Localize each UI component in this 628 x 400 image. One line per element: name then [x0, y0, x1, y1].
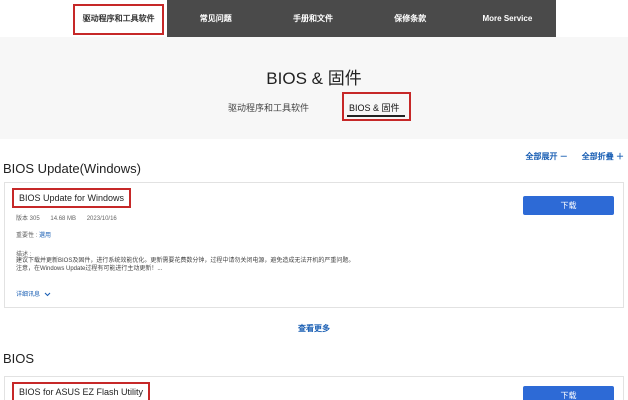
section-title-bios-update-windows: BIOS Update(Windows)	[3, 161, 141, 176]
chevron-down-icon	[44, 292, 51, 297]
description-text: 建议下载并更新BIOS及固件，进行系统效能优化。更新需要花费数分钟，过程中请勿关…	[16, 257, 576, 273]
collapse-all-link[interactable]: 全部折叠 ＋	[582, 151, 624, 162]
section-title-bios: BIOS	[3, 351, 35, 366]
tab-drivers-tools[interactable]: 驱动程序和工具软件	[70, 0, 168, 37]
subtab-active-indicator	[347, 115, 405, 117]
subtab-drivers-tools[interactable]: 驱动程序和工具软件	[228, 101, 309, 114]
download-card-ez-flash: BIOS for ASUS EZ Flash Utility 下载	[4, 376, 624, 400]
version-text: 版本 305	[16, 216, 40, 222]
download-button[interactable]: 下载	[523, 196, 614, 215]
download-card: BIOS Update for Windows 版本 305 14.68 MB …	[4, 182, 624, 308]
importance-row: 重要性 : 選用	[16, 230, 51, 239]
tab-manuals[interactable]: 手册和文件	[264, 0, 361, 37]
tab-faq[interactable]: 常见问题	[167, 0, 264, 37]
tab-more-service[interactable]: More Service	[459, 0, 556, 37]
tab-warranty[interactable]: 保修条款	[362, 0, 459, 37]
file-size: 14.68 MB	[50, 216, 77, 222]
download-button-ez-flash[interactable]: 下载	[523, 386, 614, 400]
card-title-ez-flash[interactable]: BIOS for ASUS EZ Flash Utility	[12, 382, 151, 400]
importance-label: 重要性 :	[16, 233, 40, 239]
details-link[interactable]: 详细讯息	[16, 289, 51, 298]
description-line-2: 注意，在Windows Update过程有可能进行主动更新！...	[16, 266, 163, 272]
importance-value: 選用	[39, 233, 52, 239]
sub-tabs: 驱动程序和工具软件 BIOS & 固件	[0, 95, 628, 125]
description-line-1: 建议下载并更新BIOS及固件，进行系统效能优化。更新需要花费数分钟，过程中请勿关…	[16, 258, 355, 264]
page-title: BIOS & 固件	[266, 69, 362, 88]
card-meta: 版本 305 14.68 MB 2023/10/16	[16, 213, 126, 222]
top-nav: 驱动程序和工具软件 常见问题 手册和文件 保修条款 More Service	[70, 0, 556, 37]
card-title[interactable]: BIOS Update for Windows	[12, 188, 132, 208]
expand-all-link[interactable]: 全部展开 －	[526, 151, 568, 162]
details-label: 详细讯息	[16, 292, 41, 298]
view-more-link[interactable]: 查看更多	[0, 323, 628, 334]
expand-collapse-controls: 全部展开 － 全部折叠 ＋	[526, 151, 624, 162]
release-date: 2023/10/16	[86, 216, 117, 222]
